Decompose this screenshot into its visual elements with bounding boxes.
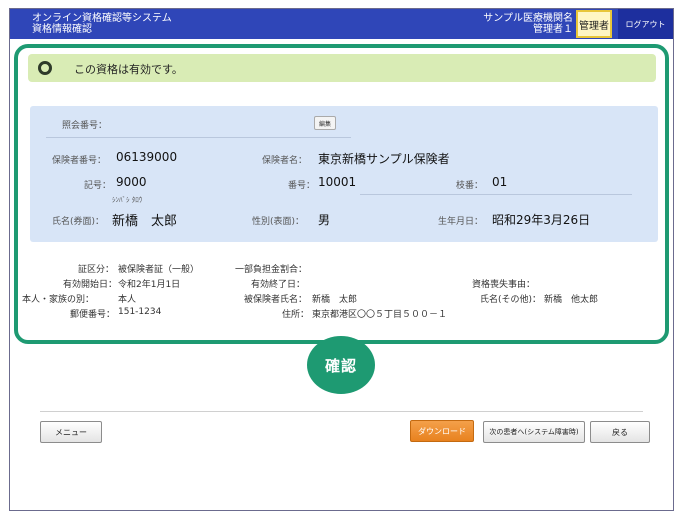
valid-circle-icon	[38, 61, 52, 75]
status-banner: この資格は有効です。	[28, 54, 656, 82]
edit-button[interactable]: 編集	[314, 116, 336, 130]
postal-value: 151-1234	[118, 307, 162, 317]
relation-value: 本人	[118, 295, 137, 305]
cert-type-label: 証区分：	[78, 265, 115, 275]
facility-info: サンプル医療機関名 管理者１	[483, 13, 573, 35]
symbol-label: 記号：	[84, 181, 112, 191]
sex-label: 性別(表面)：	[252, 217, 305, 227]
relation-label: 本人・家族の別：	[22, 295, 95, 305]
other-name-label: 氏名(その他)：	[480, 295, 542, 305]
loss-reason-label: 資格喪失事由：	[472, 280, 536, 290]
role-button[interactable]: 管理者	[576, 10, 612, 38]
sex-value: 男	[318, 213, 331, 227]
footer-divider	[40, 411, 643, 412]
screen-name: 資格情報確認	[32, 24, 92, 35]
system-name: オンライン資格確認等システム	[32, 13, 172, 24]
back-button[interactable]: 戻る	[590, 421, 650, 443]
name-label: 氏名(券面)：	[52, 217, 105, 227]
address-value: 東京都港区〇〇５丁目５００－１	[312, 310, 448, 320]
menu-button[interactable]: メニュー	[40, 421, 102, 443]
user-name: 管理者１	[533, 24, 573, 35]
app-window: オンライン資格確認等システム 資格情報確認 サンプル医療機関名 管理者１ 管理者…	[9, 8, 674, 511]
insurer-name-label: 保険者名：	[262, 156, 308, 166]
system-title: オンライン資格確認等システム 資格情報確認	[32, 13, 172, 35]
insurer-number-value: 06139000	[116, 150, 178, 164]
facility-name: サンプル医療機関名	[483, 13, 573, 24]
branch-value: 01	[492, 175, 508, 189]
symbol-value: 9000	[116, 175, 147, 189]
insurance-info-card: 照会番号： 編集 保険者番号： 06139000 保険者名： 東京新橋サンプル保…	[30, 106, 658, 242]
valid-start-value: 令和2年1月1日	[118, 280, 181, 290]
name-kana: ｼﾝﾊﾞｼ ﾀﾛｳ	[112, 196, 143, 204]
divider	[46, 137, 351, 138]
insured-name-value: 新橋 太郎	[312, 295, 358, 305]
postal-label: 郵便番号：	[70, 310, 116, 320]
number-label: 番号：	[288, 181, 316, 191]
confirm-button[interactable]: 確認	[307, 336, 375, 394]
eligibility-panel: この資格は有効です。 照会番号： 編集 保険者番号： 06139000 保険者名…	[14, 44, 669, 344]
birth-value: 昭和29年3月26日	[492, 213, 591, 227]
birth-label: 生年月日：	[438, 217, 484, 227]
insurer-name-value: 東京新橋サンプル保険者	[318, 152, 450, 166]
inquiry-number-label: 照会番号：	[62, 121, 108, 131]
cert-type-value: 被保険者証（一般）	[118, 265, 200, 275]
copay-label: 一部負担金割合：	[235, 265, 308, 275]
download-button[interactable]: ダウンロード	[410, 420, 474, 442]
address-label: 住所：	[282, 310, 310, 320]
valid-start-label: 有効開始日：	[63, 280, 118, 290]
number-value: 10001	[318, 175, 357, 189]
branch-label: 枝番：	[456, 181, 484, 191]
insurer-number-label: 保険者番号：	[52, 156, 107, 166]
name-value: 新橋 太郎	[112, 214, 178, 229]
divider	[360, 194, 632, 195]
status-message: この資格は有効です。	[74, 63, 183, 76]
header-bar: オンライン資格確認等システム 資格情報確認 サンプル医療機関名 管理者１ 管理者…	[10, 9, 673, 39]
other-name-value: 新橋 他太郎	[544, 295, 599, 305]
valid-end-label: 有効終了日：	[251, 280, 306, 290]
next-patient-button[interactable]: 次の患者へ(システム障害時)	[483, 421, 585, 443]
insured-name-label: 被保険者氏名：	[244, 295, 308, 305]
logout-button[interactable]: ログアウト	[618, 9, 673, 39]
